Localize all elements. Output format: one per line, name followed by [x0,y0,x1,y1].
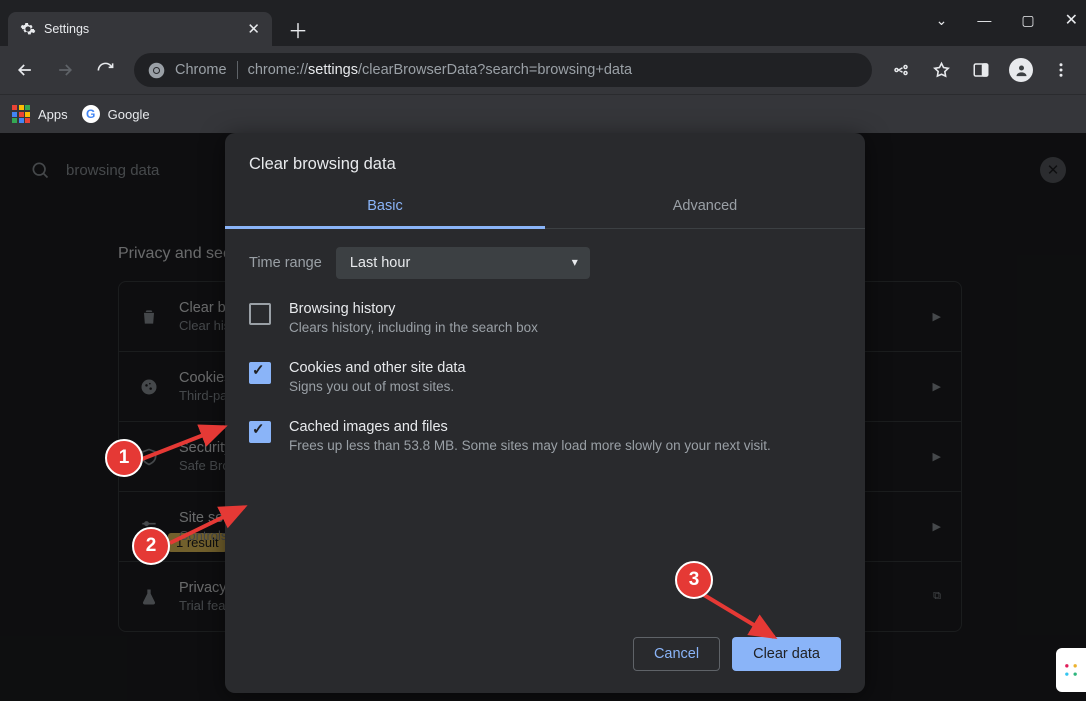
tab-basic[interactable]: Basic [225,186,545,229]
bookmark-google[interactable]: G Google [82,105,150,123]
clear-data-option: Browsing history Clears history, includin… [249,301,841,338]
sidepanel-icon[interactable] [964,53,998,87]
annotation-arrow-3 [700,591,790,651]
maximize-icon[interactable]: ▢ [1021,12,1034,29]
annotation-badge-1: 1 [105,439,143,477]
tab-close-icon[interactable]: ✕ [247,20,260,38]
time-range-select[interactable]: Last hour [336,247,590,279]
forward-button[interactable] [48,53,82,87]
option-title: Cached images and files [289,419,771,435]
clear-data-option: Cookies and other site data Signs you out… [249,360,841,397]
google-g-icon: G [82,105,100,123]
checkbox[interactable] [249,303,271,325]
bookmarks-bar: Apps G Google [0,94,1086,133]
bookmark-apps[interactable]: Apps [12,105,68,123]
omnibox[interactable]: Chrome chrome://settings/clearBrowserDat… [134,53,872,87]
reload-button[interactable] [88,53,122,87]
time-range-label: Time range [249,255,322,271]
omnibox-scheme-label: Chrome [175,62,227,78]
annotation-arrow-2 [166,503,256,553]
share-icon[interactable] [884,53,918,87]
toolbar: Chrome chrome://settings/clearBrowserDat… [0,46,1086,94]
dialog-tabs: Basic Advanced [225,186,865,229]
omnibox-url: chrome://settings/clearBrowserData?searc… [248,62,632,78]
titlebar: Settings ✕ ＋ ⌄ ― ▢ ✕ [0,0,1086,46]
annotation-badge-3: 3 [675,561,713,599]
browser-tab[interactable]: Settings ✕ [8,12,272,46]
option-desc: Frees up less than 53.8 MB. Some sites m… [289,437,771,456]
annotation-arrow-1 [138,423,238,473]
window-controls: ⌄ ― ▢ ✕ [936,0,1078,40]
close-window-icon[interactable]: ✕ [1065,10,1078,30]
tab-title: Settings [44,22,89,36]
settings-page: browsing data ✕ Privacy and security 1 r… [0,133,1086,701]
kebab-menu-icon[interactable] [1044,53,1078,87]
new-tab-button[interactable]: ＋ [284,15,312,43]
time-range-row: Time range Last hour [249,247,841,279]
option-desc: Signs you out of most sites. [289,378,466,397]
clear-data-option: Cached images and files Frees up less tha… [249,419,841,456]
chrome-logo-icon [148,62,165,79]
option-title: Browsing history [289,301,538,317]
minimize-icon[interactable]: ― [977,12,991,28]
chevron-down-icon[interactable]: ⌄ [936,12,948,29]
extension-launcher[interactable] [1056,648,1086,692]
checkbox[interactable] [249,421,271,443]
bookmark-star-icon[interactable] [924,53,958,87]
option-desc: Clears history, including in the search … [289,319,538,338]
apps-grid-icon [12,105,30,123]
profile-avatar[interactable] [1004,53,1038,87]
annotation-badge-2: 2 [132,527,170,565]
dialog-title: Clear browsing data [225,133,865,186]
omnibox-divider [237,61,238,79]
checkbox[interactable] [249,362,271,384]
option-title: Cookies and other site data [289,360,466,376]
tab-advanced[interactable]: Advanced [545,186,865,228]
back-button[interactable] [8,53,42,87]
gear-icon [20,21,36,37]
